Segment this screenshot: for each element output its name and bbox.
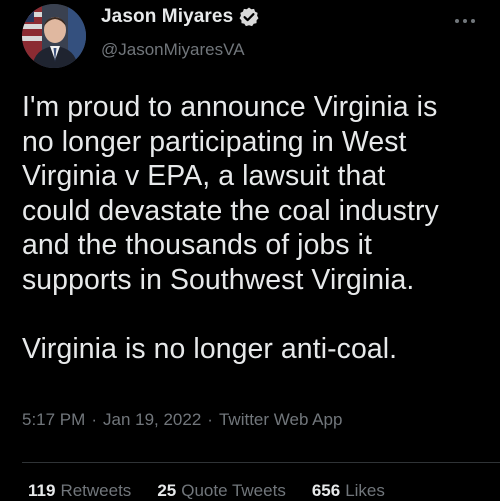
tweet-stats: 119 Retweets 25 Quote Tweets 656 Likes [28, 481, 411, 501]
tweet-text: I'm proud to announce Virginia is no lon… [22, 91, 439, 365]
tweet-date[interactable]: Jan 19, 2022 [103, 410, 201, 430]
retweets-label: Retweets [60, 481, 132, 500]
author-display-name[interactable]: Jason Miyares [101, 6, 233, 28]
quote-tweets-label: Quote Tweets [181, 481, 286, 500]
divider [22, 462, 500, 463]
quote-tweets-stat[interactable]: 25 Quote Tweets [157, 481, 286, 501]
tweet-time[interactable]: 5:17 PM [22, 410, 85, 430]
retweets-stat[interactable]: 119 Retweets [28, 481, 131, 501]
author-handle[interactable]: @JasonMiyaresVA [101, 40, 245, 60]
tweet-meta: 5:17 PM · Jan 19, 2022 · Twitter Web App [22, 410, 342, 430]
quote-tweets-count: 25 [157, 481, 177, 500]
avatar[interactable] [22, 4, 86, 68]
avatar-photo-icon [22, 4, 86, 68]
tweet-card: Jason Miyares @JasonMiyaresVA I'm proud … [0, 0, 500, 500]
meta-separator: · [207, 410, 213, 429]
author-name-row[interactable]: Jason Miyares [101, 6, 260, 28]
likes-label: Likes [345, 481, 385, 500]
likes-count: 656 [311, 481, 341, 500]
more-options-icon[interactable] [452, 14, 478, 26]
retweets-count: 119 [28, 481, 56, 500]
tweet-source-app[interactable]: Twitter Web App [219, 410, 342, 430]
likes-stat[interactable]: 656 Likes [312, 481, 385, 501]
meta-separator: · [91, 410, 97, 429]
verified-badge-icon [238, 6, 260, 28]
